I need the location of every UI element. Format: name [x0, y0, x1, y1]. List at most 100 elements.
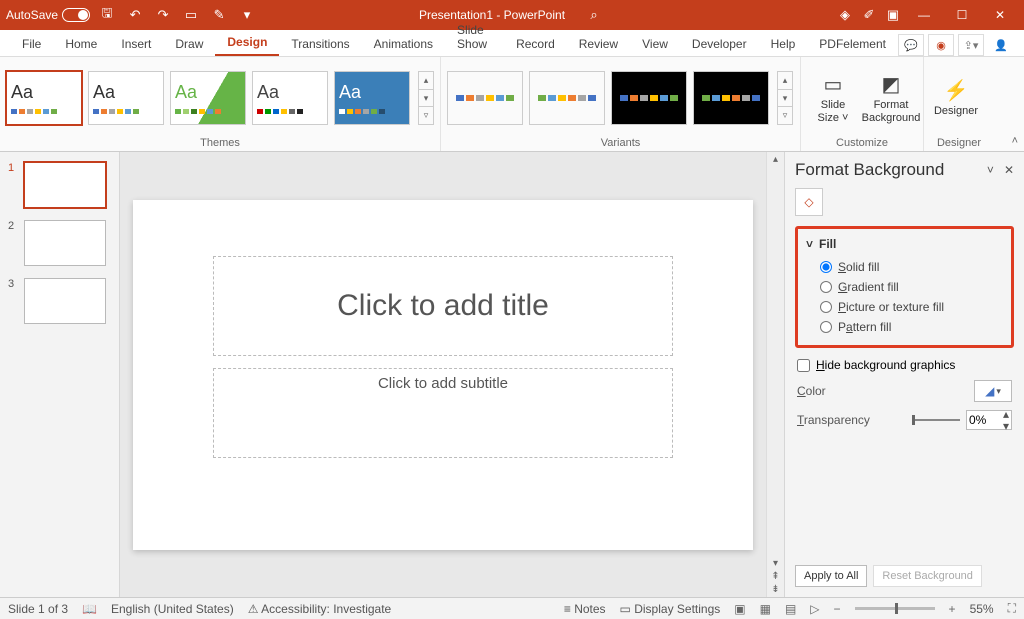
variant-tile-2[interactable]	[529, 71, 605, 125]
variant-tile-1[interactable]	[447, 71, 523, 125]
slide-size-button[interactable]: ▭SlideSize ˅	[807, 64, 859, 132]
bucket-icon: ◢	[985, 384, 994, 398]
undo-icon[interactable]: ↶	[124, 3, 146, 27]
redo-icon[interactable]: ↷	[152, 3, 174, 27]
brush-icon[interactable]: ✐	[858, 3, 880, 27]
chevron-down-icon: ˅	[806, 237, 813, 251]
maximize-button[interactable]: ☐	[944, 1, 980, 29]
zoom-slider[interactable]	[855, 607, 935, 610]
variant-tile-3[interactable]	[611, 71, 687, 125]
tab-insert[interactable]: Insert	[109, 33, 163, 56]
tab-review[interactable]: Review	[567, 33, 630, 56]
tab-home[interactable]: Home	[53, 33, 109, 56]
slide-canvas: Click to add title Click to add subtitle	[120, 152, 766, 597]
designer-button[interactable]: ⚡Designer	[930, 64, 982, 132]
format-background-panel: Format Background ˅ ✕ ◇ ˅Fill Solid fill …	[784, 152, 1024, 597]
slideshow-view-icon[interactable]: ▷	[810, 602, 819, 616]
themes-group-label: Themes	[6, 135, 434, 151]
reset-background-button: Reset Background	[873, 565, 982, 587]
tab-design[interactable]: Design	[215, 31, 279, 56]
theme-tile-1[interactable]: Aa	[6, 71, 82, 125]
autosave-toggle[interactable]: AutoSave	[6, 8, 90, 22]
color-label: Color	[797, 384, 826, 398]
accessibility-status[interactable]: ⚠ Accessibility: Investigate	[248, 602, 392, 616]
themes-scroll[interactable]: ▴▾▿	[418, 71, 434, 125]
panel-close-icon[interactable]: ✕	[1004, 163, 1014, 177]
tab-help[interactable]: Help	[759, 33, 808, 56]
thumbnail-1[interactable]: 1	[8, 162, 111, 208]
search-icon[interactable]: ⌕	[583, 3, 605, 27]
fit-to-window-icon[interactable]: ⛶	[1008, 601, 1016, 616]
comments-button[interactable]: 💬	[898, 34, 924, 56]
panel-options-icon[interactable]: ˅	[987, 163, 994, 177]
notes-button[interactable]: ≡ Notes	[564, 602, 606, 616]
theme-tile-5[interactable]: Aa	[334, 71, 410, 125]
title-placeholder[interactable]: Click to add title	[213, 256, 673, 356]
normal-view-icon[interactable]: ▣	[734, 602, 745, 616]
picture-fill-radio[interactable]: Picture or texture fill	[806, 297, 1007, 317]
statusbar: Slide 1 of 3 📖 English (United States) ⚠…	[0, 597, 1024, 619]
sorter-view-icon[interactable]: ▦	[760, 602, 771, 616]
thumbnail-2[interactable]: 2	[8, 220, 111, 266]
theme-tile-3[interactable]: Aa	[170, 71, 246, 125]
titlebar: AutoSave 🖫 ↶ ↷ ▭ ✎ ▾ Presentation1 - Pow…	[0, 0, 1024, 30]
slide[interactable]: Click to add title Click to add subtitle	[133, 200, 753, 550]
gradient-fill-radio[interactable]: Gradient fill	[806, 277, 1007, 297]
variants-scroll[interactable]: ▴▾▿	[777, 71, 793, 125]
apply-to-all-button[interactable]: Apply to All	[795, 565, 867, 587]
pattern-fill-radio[interactable]: Pattern fill	[806, 317, 1007, 337]
save-icon[interactable]: 🖫	[96, 3, 118, 27]
tab-developer[interactable]: Developer	[680, 33, 759, 56]
tab-file[interactable]: File	[10, 33, 53, 56]
transparency-input[interactable]: 0%▴▾	[966, 410, 1012, 430]
variant-tile-4[interactable]	[693, 71, 769, 125]
fill-options-highlight: ˅Fill Solid fill Gradient fill Picture o…	[795, 226, 1014, 348]
vertical-scrollbar[interactable]: ▴▾⇞⇟	[766, 152, 784, 597]
qat-more-icon[interactable]: ▾	[236, 3, 258, 27]
reading-view-icon[interactable]: ▤	[785, 602, 796, 616]
transparency-label: Transparency	[797, 413, 870, 427]
tab-view[interactable]: View	[630, 33, 680, 56]
subtitle-placeholder[interactable]: Click to add subtitle	[213, 368, 673, 458]
collapse-ribbon-icon[interactable]: ˄	[1012, 135, 1018, 147]
minimize-button[interactable]: —	[906, 1, 942, 29]
designer-group-label: Designer	[930, 135, 988, 151]
spellcheck-icon[interactable]: 📖	[82, 602, 97, 616]
workspace: 1 2 3 Click to add title Click to add su…	[0, 152, 1024, 597]
diamond-icon[interactable]: ◈	[834, 3, 856, 27]
slideshow-start-icon[interactable]: ▭	[180, 3, 202, 27]
close-button[interactable]: ✕	[982, 1, 1018, 29]
color-picker-button[interactable]: ◢▾	[974, 380, 1012, 402]
tab-draw[interactable]: Draw	[163, 33, 215, 56]
touch-mode-icon[interactable]: ✎	[208, 3, 230, 27]
fill-category-icon[interactable]: ◇	[795, 188, 823, 216]
tab-slideshow[interactable]: Slide Show	[445, 19, 504, 56]
zoom-level[interactable]: 55%	[970, 602, 994, 616]
theme-tile-4[interactable]: Aa	[252, 71, 328, 125]
language[interactable]: English (United States)	[111, 602, 234, 616]
thumbnail-3[interactable]: 3	[8, 278, 111, 324]
tab-transitions[interactable]: Transitions	[279, 33, 361, 56]
window-mode-icon[interactable]: ▣	[882, 3, 904, 27]
record-button[interactable]: ◉	[928, 34, 954, 56]
zoom-in-button[interactable]: +	[949, 602, 956, 616]
share-button[interactable]: ⇪▾	[958, 34, 984, 56]
tab-animations[interactable]: Animations	[362, 33, 445, 56]
slide-thumbnails: 1 2 3	[0, 152, 120, 597]
slide-count[interactable]: Slide 1 of 3	[8, 602, 68, 616]
tab-record[interactable]: Record	[504, 33, 567, 56]
ribbon-tabs: File Home Insert Draw Design Transitions…	[0, 30, 1024, 57]
zoom-out-button[interactable]: −	[834, 602, 841, 616]
tab-pdfelement[interactable]: PDFelement	[807, 33, 898, 56]
fill-section-header[interactable]: ˅Fill	[806, 237, 1007, 251]
format-background-button[interactable]: ◩FormatBackground	[865, 64, 917, 132]
panel-title: Format Background	[795, 160, 944, 180]
theme-tile-2[interactable]: Aa	[88, 71, 164, 125]
autosave-pill	[62, 8, 90, 22]
ribbon: Aa Aa Aa Aa Aa ▴▾▿ Themes ▴▾▿ Variants ▭…	[0, 57, 1024, 152]
solid-fill-radio[interactable]: Solid fill	[806, 257, 1007, 277]
display-settings-button[interactable]: ▭ Display Settings	[620, 602, 721, 616]
transparency-slider[interactable]	[912, 419, 960, 421]
hide-bg-checkbox[interactable]: Hide background graphics	[795, 354, 1014, 376]
account-button[interactable]: 👤	[988, 34, 1014, 56]
